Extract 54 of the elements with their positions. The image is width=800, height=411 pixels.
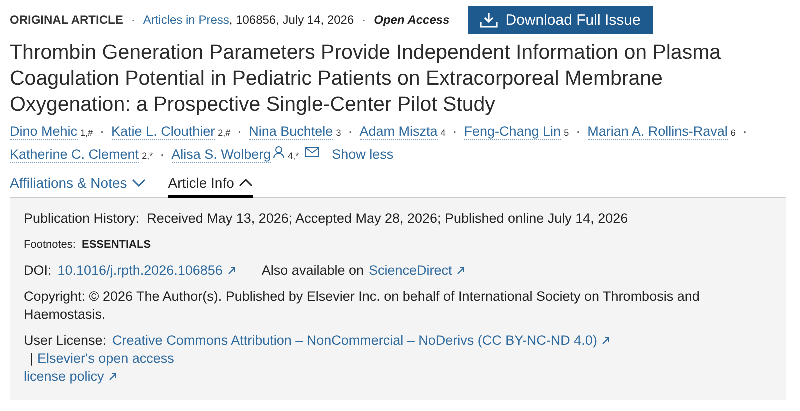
license-label: User License:: [24, 333, 107, 348]
separator: |: [30, 351, 34, 366]
author-link[interactable]: Marian A. Rollins-Raval: [588, 124, 728, 140]
publication-history: Publication History: Received May 13, 2026; Accepted May 28, 2026; Published online July 14, 2026: [24, 210, 630, 228]
author-link[interactable]: Dino Mehic: [10, 124, 78, 140]
journal-link[interactable]: Articles in Press: [143, 13, 230, 27]
doi-label: DOI:: [24, 262, 52, 280]
doi-link[interactable]: 10.1016/j.rpth.2026.106856: [58, 262, 223, 280]
chevron-icon: [239, 179, 254, 187]
author-link[interactable]: Katherine C. Clement: [10, 147, 140, 163]
download-button[interactable]: Download Full Issue: [468, 6, 653, 34]
author-link[interactable]: Katie L. Clouthier: [112, 124, 216, 140]
policy-link[interactable]: Elsevier's open access: [38, 351, 174, 366]
footnotes-label: Footnotes:: [24, 239, 76, 251]
also-available-text: Also available on: [262, 262, 364, 280]
show-less-link[interactable]: Show less: [332, 147, 394, 162]
separator-dot: ·: [131, 13, 136, 27]
issue-info: , 106856, July 14, 2026: [229, 13, 354, 27]
access-label: Open Access: [374, 13, 450, 27]
tab[interactable]: Affiliations & Notes: [10, 175, 146, 198]
separator-dot: ·: [160, 147, 165, 162]
download-icon: [480, 12, 498, 28]
article-title: Thrombin Generation Parameters Provide Independent Information on Plasma Coagulation Potential in Pediatric Patients on Extracorporeal Membrane Oxygenation: a Prospective Single-Center Pilot Study: [10, 40, 722, 118]
affiliation-mark: 1,#: [80, 128, 94, 138]
affiliation-mark: 4,*: [288, 151, 300, 161]
separator-dot: ·: [576, 124, 581, 139]
affiliation-mark: 4: [440, 128, 446, 138]
chevron-icon: [132, 179, 146, 187]
separator-dot: ·: [348, 124, 353, 139]
email-icon[interactable]: [305, 147, 320, 159]
separator-dot: ·: [362, 13, 366, 27]
external-link-icon: [457, 267, 466, 275]
affiliation-mark: 2,*: [142, 151, 154, 161]
policy-link[interactable]: license policy: [24, 369, 104, 384]
separator-dot: ·: [100, 124, 105, 139]
author-link[interactable]: Feng-Chang Lin: [464, 124, 562, 140]
affiliation-mark: 2,#: [218, 128, 231, 138]
affiliation-mark: 5: [564, 128, 570, 138]
author-link[interactable]: Alisa S. Wolberg: [172, 147, 272, 163]
affiliation-mark: 6: [730, 128, 736, 138]
sciencedirect-link[interactable]: ScienceDirect: [369, 262, 452, 280]
external-link-icon: [109, 373, 118, 381]
author-link[interactable]: Nina Buchtele: [249, 124, 334, 140]
copyright-text: Copyright: © 2026 The Author(s). Published by Elsevier Inc. on behalf of International Society on Thrombosis and Haemostasis.: [24, 288, 701, 324]
external-link-icon: [228, 267, 236, 275]
affiliation-mark: 3: [336, 128, 342, 138]
author-link[interactable]: Adam Miszta: [360, 124, 438, 140]
separator-dot: ·: [452, 124, 458, 139]
separator-dot: ·: [238, 124, 242, 139]
footnotes-value: ESSENTIALS: [82, 239, 152, 251]
separator-dot: ·: [742, 124, 748, 139]
external-link-icon: [602, 337, 610, 345]
article-type: ORIGINAL ARTICLE: [10, 13, 124, 27]
license-link[interactable]: Creative Commons Attribution – NonCommercial – NoDerivs (CC BY-NC-ND 4.0): [112, 333, 598, 348]
